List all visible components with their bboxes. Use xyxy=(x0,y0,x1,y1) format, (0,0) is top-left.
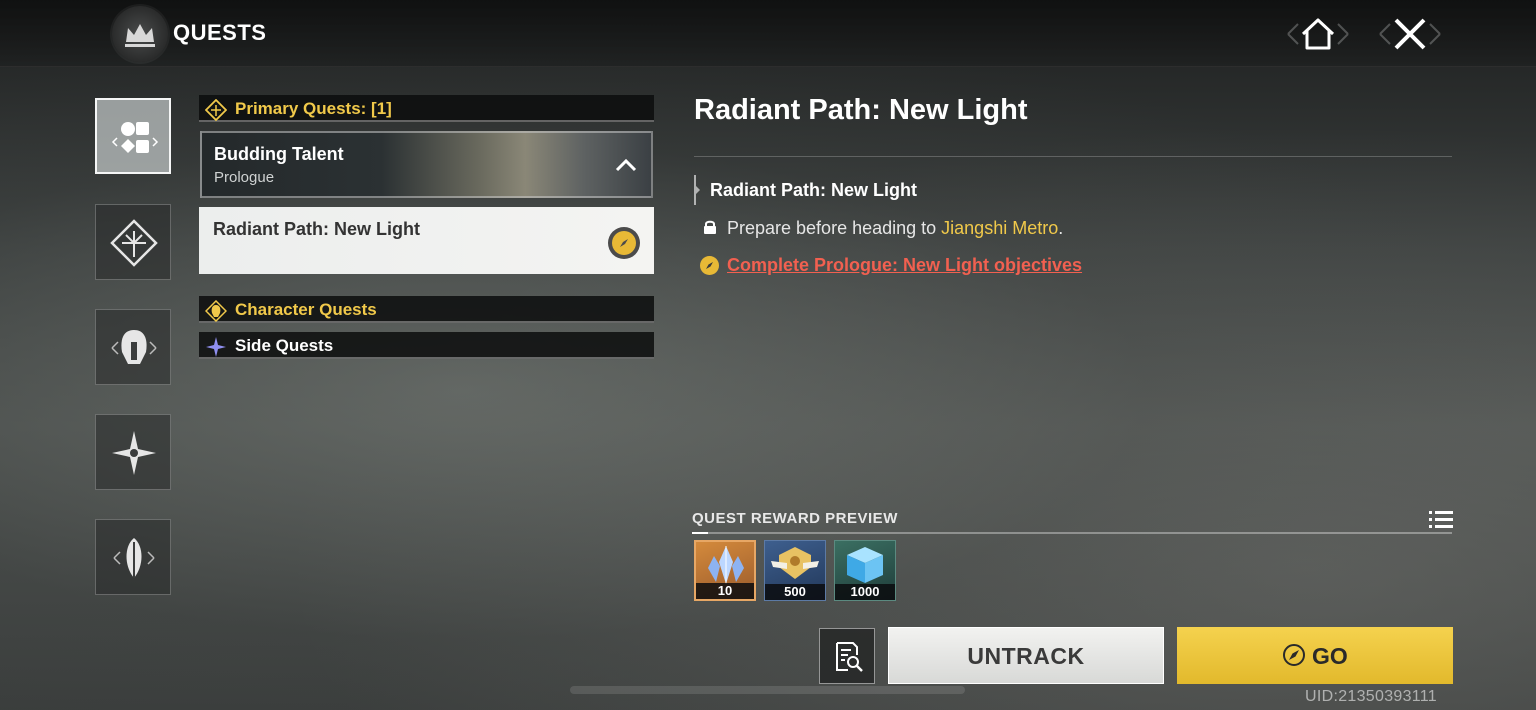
category-side-button[interactable] xyxy=(95,414,171,490)
quest-item-title: Radiant Path: New Light xyxy=(213,219,420,239)
feather-icon xyxy=(113,538,155,578)
objective-marker-arrow xyxy=(696,186,700,194)
cube-icon xyxy=(847,547,883,583)
reward-quantity: 1000 xyxy=(835,584,895,600)
untrack-button[interactable]: UNTRACK xyxy=(888,627,1164,684)
primary-quest-icon xyxy=(205,99,227,121)
lock-icon xyxy=(704,220,716,234)
close-button[interactable] xyxy=(1378,12,1442,56)
primary-quest-icon xyxy=(110,219,158,267)
primary-quests-label: Primary Quests: [1] xyxy=(235,99,392,118)
top-bar: QUESTS xyxy=(0,0,1536,67)
character-quests-label: Character Quests xyxy=(235,300,377,319)
crystal-icon xyxy=(708,546,744,584)
grid-icon xyxy=(111,122,159,153)
reward-preview-header: QUEST REWARD PREVIEW xyxy=(692,510,898,527)
category-misc-button[interactable] xyxy=(95,519,171,595)
go-label: GO xyxy=(1312,643,1348,669)
compass-icon xyxy=(1283,644,1305,666)
reward-item[interactable]: 10 xyxy=(694,540,756,601)
helmet-icon xyxy=(205,300,227,322)
tracking-compass-icon xyxy=(608,227,640,259)
complete-prologue-link[interactable]: Complete Prologue: New Light objectives xyxy=(727,255,1082,276)
star-compass-icon xyxy=(112,431,156,475)
side-quests-label: Side Quests xyxy=(235,336,334,355)
category-character-button[interactable] xyxy=(95,309,171,385)
list-icon[interactable] xyxy=(1428,509,1454,529)
divider xyxy=(694,156,1452,157)
category-primary-button[interactable] xyxy=(95,204,171,280)
quest-details-button[interactable] xyxy=(819,628,875,684)
go-button[interactable]: GO xyxy=(1177,627,1453,684)
reward-divider xyxy=(692,532,1452,534)
quest-item-radiant-path[interactable]: Radiant Path: New Light xyxy=(199,207,654,274)
reward-quantity: 10 xyxy=(696,583,754,599)
reward-item[interactable]: 500 xyxy=(764,540,826,601)
page-title: QUESTS xyxy=(173,20,267,45)
home-button[interactable] xyxy=(1286,12,1350,56)
objective-title: Radiant Path: New Light xyxy=(710,180,917,200)
reward-quantity: 500 xyxy=(765,584,825,600)
reward-item[interactable]: 1000 xyxy=(834,540,896,601)
compass-icon xyxy=(700,256,719,275)
quest-group-subtitle: Prologue xyxy=(214,169,275,186)
quest-group-title: Budding Talent xyxy=(214,144,344,164)
side-quests-header[interactable]: Side Quests xyxy=(199,332,654,359)
quest-group-budding-talent[interactable]: Budding Talent Prologue xyxy=(200,131,653,198)
primary-quests-header[interactable]: Primary Quests: [1] xyxy=(199,95,654,122)
location-name: Jiangshi Metro xyxy=(941,218,1059,238)
scroll-indicator xyxy=(570,686,965,694)
category-all-button[interactable] xyxy=(95,98,171,174)
star-compass-icon xyxy=(206,337,226,357)
emblem-icon xyxy=(771,547,819,579)
character-quests-header[interactable]: Character Quests xyxy=(199,296,654,323)
helmet-icon xyxy=(111,330,157,364)
chevron-up-icon[interactable] xyxy=(614,155,638,175)
quest-detail-title: Radiant Path: New Light xyxy=(694,94,1028,126)
user-id: UID:21350393111 xyxy=(1305,688,1438,705)
document-search-icon xyxy=(836,642,863,672)
objective-step: Prepare before heading to Jiangshi Metro… xyxy=(727,218,1064,238)
crown-icon xyxy=(112,6,168,62)
